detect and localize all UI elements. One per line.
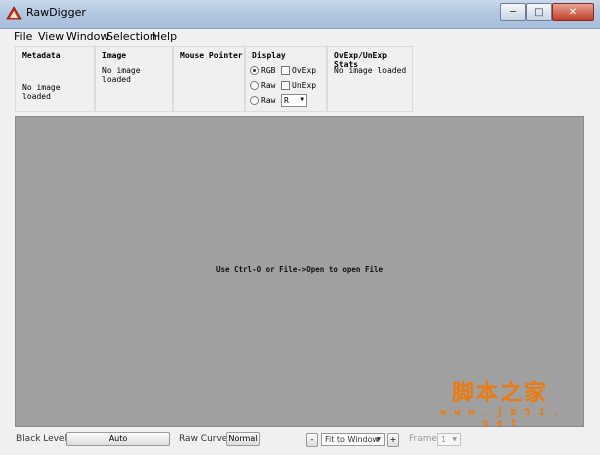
menu-window[interactable]: Window — [66, 30, 109, 43]
display-panel: Display RGB OvExp Raw UnExp Raw R ▼ — [245, 46, 327, 112]
menu-help[interactable]: Help — [152, 30, 177, 43]
maximize-button[interactable]: □ — [526, 3, 552, 21]
chevron-down-icon: ▼ — [452, 436, 457, 443]
display-raw-radio-1[interactable] — [250, 81, 259, 90]
metadata-status: No image loaded — [22, 83, 61, 101]
close-icon: ✕ — [568, 6, 578, 18]
window-title: RawDigger — [26, 6, 86, 19]
black-level-button[interactable]: Auto — [66, 432, 170, 446]
window-controls: ─ □ ✕ — [500, 3, 594, 21]
chevron-down-icon: ▼ — [300, 96, 304, 103]
black-level-label: Black Level: — [16, 434, 70, 444]
open-file-hint: Use Ctrl-O or File->Open to open File — [215, 265, 384, 274]
bottom-toolbar: Black Level: Auto Raw Curve: Normal - Fi… — [0, 428, 600, 455]
stats-status: No image loaded — [334, 66, 407, 75]
display-raw-radio-2[interactable] — [250, 96, 259, 105]
mouse-pointer-title: Mouse Pointer — [180, 51, 243, 60]
metadata-panel: Metadata No image loaded — [15, 46, 95, 112]
site-watermark: 脚本之家 w w w . j b 5 1 . n e t — [440, 375, 560, 429]
zoom-dropdown[interactable]: Fit to Window ▼ — [321, 433, 385, 446]
title-bar: RawDigger ─ □ ✕ — [0, 0, 600, 29]
menu-bar: File View Window Selection Help — [0, 29, 600, 44]
frame-dropdown[interactable]: 1 ▼ — [437, 433, 461, 446]
close-button[interactable]: ✕ — [552, 3, 594, 21]
image-status: No image loaded — [102, 66, 141, 84]
display-rgb-radio[interactable] — [250, 66, 259, 75]
raw-curve-value: Normal — [228, 434, 258, 443]
minimize-icon: ─ — [509, 6, 517, 18]
display-title: Display — [252, 51, 286, 60]
watermark-url: w w w . j b 5 1 . n e t — [440, 407, 560, 429]
minimize-button[interactable]: ─ — [500, 3, 526, 21]
mouse-pointer-panel: Mouse Pointer — [173, 46, 245, 112]
unexp-checkbox[interactable] — [281, 81, 290, 90]
rawdigger-app-icon — [6, 6, 22, 20]
unexp-label: UnExp — [292, 81, 317, 90]
raw-curve-button[interactable]: Normal — [226, 432, 260, 446]
stats-panel: OvExp/UnExp Stats No image loaded — [327, 46, 413, 112]
channel-dropdown[interactable]: R ▼ — [281, 94, 307, 107]
menu-view[interactable]: View — [38, 30, 64, 43]
plus-icon: + — [389, 435, 397, 444]
metadata-title: Metadata — [22, 51, 61, 60]
watermark-logo-text: 脚本之家 — [451, 380, 548, 406]
display-raw-label-2: Raw — [261, 96, 276, 105]
channel-dropdown-value: R — [284, 96, 289, 105]
zoom-dropdown-value: Fit to Window — [325, 435, 380, 444]
image-title: Image — [102, 51, 127, 60]
frame-dropdown-value: 1 — [441, 435, 447, 444]
ovexp-checkbox[interactable] — [281, 66, 290, 75]
frame-label: Frame: — [409, 434, 441, 444]
zoom-out-button[interactable]: - — [306, 433, 318, 447]
image-panel: Image No image loaded — [95, 46, 173, 112]
raw-curve-label: Raw Curve: — [179, 434, 231, 444]
display-rgb-label: RGB — [261, 66, 276, 75]
display-raw-label-1: Raw — [261, 81, 276, 90]
maximize-icon: □ — [534, 6, 544, 18]
zoom-in-button[interactable]: + — [387, 433, 399, 447]
menu-file[interactable]: File — [14, 30, 32, 43]
info-panels: Metadata No image loaded Image No image … — [15, 46, 413, 112]
minus-icon: - — [310, 435, 314, 444]
menu-selection[interactable]: Selection — [106, 30, 157, 43]
ovexp-label: OvExp — [292, 66, 317, 75]
black-level-value: Auto — [108, 434, 128, 443]
chevron-down-icon: ▼ — [376, 436, 381, 443]
